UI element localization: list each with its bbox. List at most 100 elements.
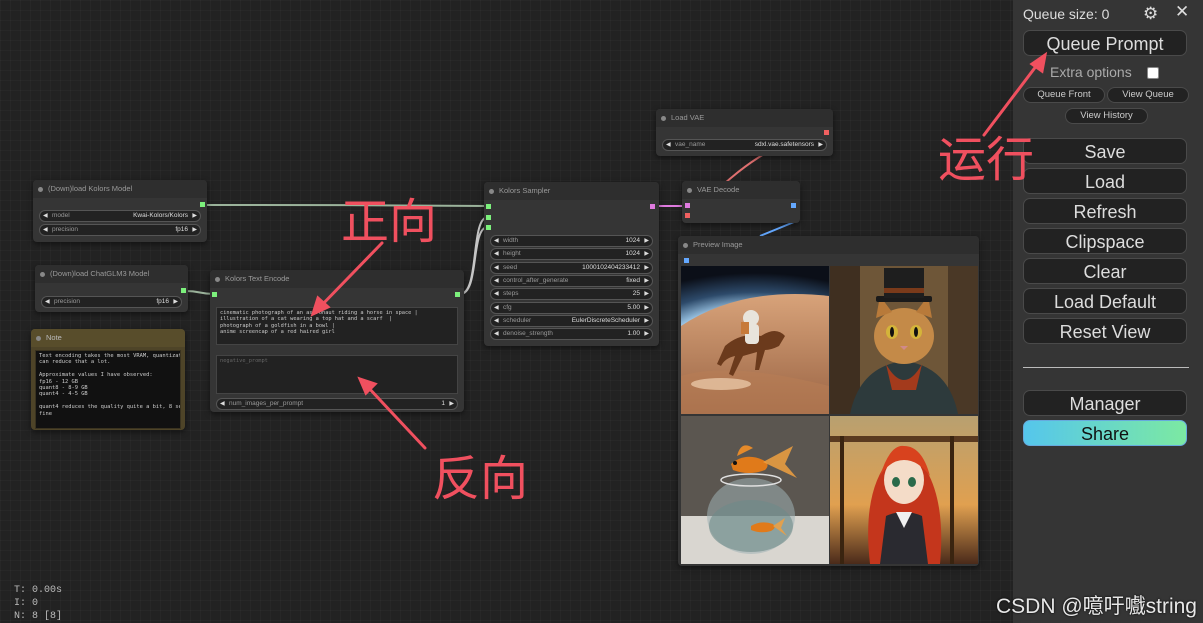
collapse-dot-icon[interactable]: [687, 188, 692, 193]
preview-thumbnail[interactable]: [830, 416, 978, 564]
preview-thumbnail[interactable]: [681, 266, 829, 414]
sampler-widget-steps[interactable]: ◀ steps 25 ▶: [490, 288, 653, 301]
sampler-widget-control-after-generate[interactable]: ◀ control_after_generate fixed ▶: [490, 274, 653, 287]
left-arrow-icon[interactable]: ◀: [494, 249, 499, 259]
node-title: (Down)load ChatGLM3 Model: [35, 265, 188, 283]
goldfish-bowl-image: [681, 416, 829, 564]
queue-front-button[interactable]: Queue Front: [1023, 87, 1105, 103]
watermark: CSDN @噫吁嚱string: [995, 595, 1197, 618]
input-port-samples[interactable]: [685, 203, 690, 208]
right-arrow-icon[interactable]: ▶: [192, 211, 197, 221]
queue-prompt-button[interactable]: Queue Prompt: [1023, 30, 1187, 56]
left-arrow-icon[interactable]: ◀: [494, 316, 499, 326]
gear-icon[interactable]: ⚙: [1143, 4, 1158, 24]
link-image: [759, 221, 795, 237]
right-arrow-icon[interactable]: ▶: [449, 399, 454, 409]
right-arrow-icon[interactable]: ▶: [644, 276, 649, 286]
sampler-widget-cfg[interactable]: ◀ cfg 5.00 ▶: [490, 301, 653, 314]
collapse-dot-icon[interactable]: [215, 277, 220, 282]
left-arrow-icon[interactable]: ◀: [494, 329, 499, 339]
right-arrow-icon[interactable]: ▶: [644, 289, 649, 299]
input-port-vae[interactable]: [685, 213, 690, 218]
left-arrow-icon[interactable]: ◀: [43, 211, 48, 221]
sampler-widget-scheduler[interactable]: ◀ scheduler EulerDiscreteScheduler ▶: [490, 314, 653, 327]
node-title: Note: [31, 329, 185, 347]
reset-view-button[interactable]: Reset View: [1023, 318, 1187, 344]
output-port[interactable]: [181, 288, 186, 293]
left-arrow-icon[interactable]: ◀: [666, 140, 671, 150]
output-port-image[interactable]: [791, 203, 796, 208]
chatglm-model-node[interactable]: (Down)load ChatGLM3 Model ◀ precision fp…: [35, 265, 188, 312]
refresh-button[interactable]: Refresh: [1023, 198, 1187, 224]
precision-combo[interactable]: ◀ precision fp16 ▶: [41, 296, 182, 308]
left-arrow-icon[interactable]: ◀: [494, 303, 499, 313]
sampler-widget-denoise-strength[interactable]: ◀ denoise_strength 1.00 ▶: [490, 328, 653, 341]
collapse-dot-icon[interactable]: [38, 187, 43, 192]
left-arrow-icon[interactable]: ◀: [494, 263, 499, 273]
node-canvas[interactable]: (Down)load Kolors Model ◀ model Kwai-Kol…: [0, 0, 1013, 623]
close-icon[interactable]: ✕: [1175, 2, 1189, 22]
negative-prompt-input[interactable]: negative_prompt: [216, 355, 458, 394]
kolors-sampler-node[interactable]: Kolors Sampler ◀ width 1024 ▶ ◀ height 1024 ▶ ◀ s…: [484, 182, 659, 346]
left-arrow-icon[interactable]: ◀: [494, 289, 499, 299]
extra-options-checkbox[interactable]: [1147, 67, 1159, 79]
extra-options-label: Extra options: [1050, 64, 1132, 80]
note-node[interactable]: Note Text encoding takes the most VRAM, …: [31, 329, 185, 430]
output-port[interactable]: [200, 202, 205, 207]
left-arrow-icon[interactable]: ◀: [220, 399, 225, 409]
input-port-chatglm[interactable]: [212, 292, 217, 297]
collapse-dot-icon[interactable]: [489, 189, 494, 194]
sampler-widget-width[interactable]: ◀ width 1024 ▶: [490, 235, 653, 247]
collapse-dot-icon[interactable]: [36, 336, 41, 341]
load-button[interactable]: Load: [1023, 168, 1187, 194]
left-arrow-icon[interactable]: ◀: [43, 225, 48, 235]
left-arrow-icon[interactable]: ◀: [494, 236, 499, 246]
right-arrow-icon[interactable]: ▶: [192, 225, 197, 235]
sampler-widget-height[interactable]: ◀ height 1024 ▶: [490, 248, 653, 261]
vae-decode-node[interactable]: VAE Decode: [682, 181, 800, 223]
input-port-positive[interactable]: [486, 215, 491, 220]
right-arrow-icon[interactable]: ▶: [644, 316, 649, 326]
collapse-dot-icon[interactable]: [683, 243, 688, 248]
note-text[interactable]: Text encoding takes the most VRAM, quant…: [35, 350, 181, 429]
input-port-images[interactable]: [684, 258, 689, 263]
preview-thumbnail[interactable]: [830, 266, 978, 414]
right-arrow-icon[interactable]: ▶: [644, 303, 649, 313]
share-button[interactable]: Share: [1023, 420, 1187, 446]
right-arrow-icon[interactable]: ▶: [644, 263, 649, 273]
vae-name-combo[interactable]: ◀ vae_name sdxl.vae.safetensors ▶: [662, 139, 827, 151]
collapse-dot-icon[interactable]: [40, 272, 45, 277]
num-images-stepper[interactable]: ◀ num_images_per_prompt 1 ▶: [216, 398, 458, 410]
right-arrow-icon[interactable]: ▶: [644, 236, 649, 246]
right-arrow-icon[interactable]: ▶: [173, 297, 178, 307]
stats-nodes: N: 8 [8]: [14, 611, 63, 622]
view-queue-button[interactable]: View Queue: [1107, 87, 1189, 103]
kolors-model-node[interactable]: (Down)load Kolors Model ◀ model Kwai-Kol…: [33, 180, 207, 242]
precision-combo[interactable]: ◀ precision fp16 ▶: [39, 224, 201, 236]
save-button[interactable]: Save: [1023, 138, 1187, 164]
right-arrow-icon[interactable]: ▶: [644, 329, 649, 339]
left-arrow-icon[interactable]: ◀: [45, 297, 50, 307]
text-encode-node[interactable]: Kolors Text Encode cinematic photograph …: [210, 270, 464, 412]
load-default-button[interactable]: Load Default: [1023, 288, 1187, 314]
input-port-negative[interactable]: [486, 225, 491, 230]
clear-button[interactable]: Clear: [1023, 258, 1187, 284]
preview-image-node[interactable]: Preview Image: [678, 236, 979, 566]
manager-button[interactable]: Manager: [1023, 390, 1187, 416]
load-vae-node[interactable]: Load VAE ◀ vae_name sdxl.vae.safetensors…: [656, 109, 833, 156]
output-port-conditioning[interactable]: [455, 292, 460, 297]
right-arrow-icon[interactable]: ▶: [644, 249, 649, 259]
positive-prompt-input[interactable]: cinematic photograph of an astronaut rid…: [216, 307, 458, 345]
left-arrow-icon[interactable]: ◀: [494, 276, 499, 286]
sampler-widget-seed[interactable]: ◀ seed 1000102404233412 ▶: [490, 261, 653, 274]
output-port-latent[interactable]: [650, 204, 655, 209]
input-port-model[interactable]: [486, 204, 491, 209]
right-arrow-icon[interactable]: ▶: [818, 140, 823, 150]
collapse-dot-icon[interactable]: [661, 116, 666, 121]
preview-thumbnail[interactable]: [681, 416, 829, 564]
model-combo[interactable]: ◀ model Kwai-Kolors/Kolors ▶: [39, 210, 201, 222]
output-port-vae[interactable]: [824, 130, 829, 135]
clipspace-button[interactable]: Clipspace: [1023, 228, 1187, 254]
cat-top-hat-image: [830, 266, 978, 414]
view-history-button[interactable]: View History: [1065, 108, 1148, 124]
